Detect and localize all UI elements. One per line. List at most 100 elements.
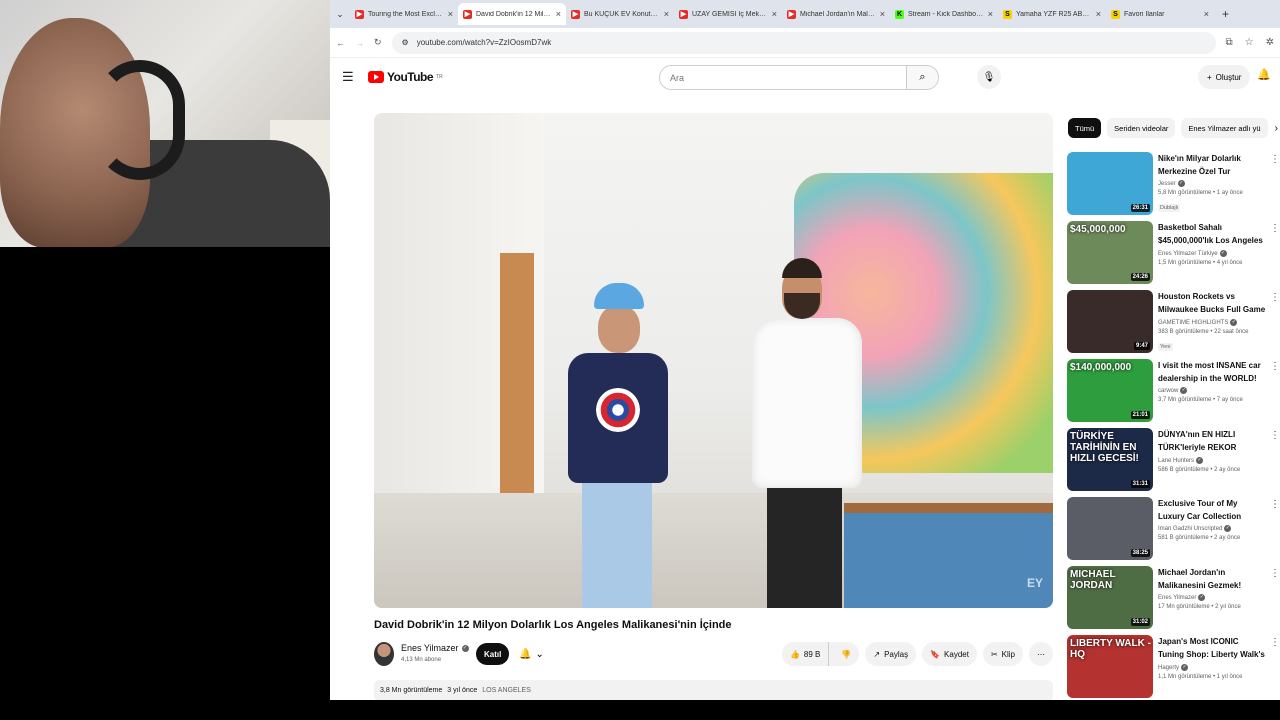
- recommended-channel[interactable]: Enes Yilmazer: [1158, 595, 1196, 601]
- recommended-title[interactable]: Exclusive Tour of My Luxury Car Collecti…: [1158, 497, 1266, 523]
- chevron-right-icon[interactable]: ›: [1275, 123, 1280, 134]
- video-player[interactable]: EY: [374, 113, 1053, 608]
- recommended-channel[interactable]: carwow: [1158, 388, 1178, 394]
- recommended-title[interactable]: DÜNYA'nın EN HIZLI TÜRK'leriyle REKOR KI…: [1158, 428, 1266, 455]
- recommended-channel[interactable]: GAMETIME HIGHLIGHTS: [1158, 320, 1228, 326]
- filter-chip[interactable]: Seriden videolar: [1107, 118, 1176, 138]
- create-button[interactable]: + Oluştur: [1198, 65, 1251, 89]
- recommended-title[interactable]: Basketbol Sahalı $45,000,000'lık Los Ang…: [1158, 221, 1266, 248]
- recommended-title[interactable]: Houston Rockets vs Milwaukee Bucks Full …: [1158, 290, 1266, 317]
- bookmark-star-icon[interactable]: ☆: [1245, 37, 1254, 48]
- tab-bar: ⌄ ▶ Touring the Most Exclusive × ▶ David Dob…: [330, 0, 1280, 28]
- recommended-meta: 17 Mn görüntüleme • 2 yıl önce: [1158, 604, 1241, 610]
- recommended-channel[interactable]: Hagerty: [1158, 665, 1179, 671]
- url-field[interactable]: ⚙ youtube.com/watch?v=ZzIOosmD7wk: [391, 31, 1216, 54]
- video-thumbnail[interactable]: $45,000,000 24:26: [1067, 221, 1153, 284]
- more-actions-button[interactable]: ⋯: [1029, 642, 1053, 666]
- more-options-icon[interactable]: ⋮: [1270, 223, 1280, 234]
- plus-icon: +: [1207, 72, 1212, 82]
- microphone-icon[interactable]: 🎙: [977, 65, 1001, 89]
- browser-tab[interactable]: ▶ David Dobrik'in 12 Milyon ×: [458, 3, 566, 25]
- recommended-channel[interactable]: Lane Hunters: [1158, 458, 1194, 464]
- filter-chip[interactable]: Tümü: [1068, 118, 1102, 138]
- reload-icon[interactable]: ↻: [374, 37, 382, 48]
- more-options-icon[interactable]: ⋮: [1270, 499, 1280, 510]
- filter-chip[interactable]: Enes Yilmazer adlı yü: [1181, 118, 1268, 138]
- recommended-meta: 586 B görüntüleme • 2 ay önce: [1158, 467, 1241, 473]
- tab-close-icon[interactable]: ×: [880, 9, 885, 19]
- recommended-title[interactable]: Michael Jordan'ın Malikanesini Gezmek!: [1158, 566, 1266, 592]
- recommended-video[interactable]: 38:25 Exclusive Tour of My Luxury Car Col…: [1067, 497, 1280, 566]
- extensions-icon[interactable]: ✲: [1266, 37, 1274, 48]
- recommended-video[interactable]: LIBERTY WALK - HQ Japan's Most ICONIC Tun…: [1067, 635, 1280, 700]
- menu-icon[interactable]: ☰: [342, 69, 366, 85]
- save-button[interactable]: 🔖 Kaydet: [922, 642, 977, 666]
- search-icon[interactable]: ⌕: [906, 66, 938, 89]
- browser-tab[interactable]: S Favori İlanlar ×: [1106, 3, 1214, 25]
- clip-button[interactable]: ✂ Klip: [982, 642, 1023, 666]
- filter-chips: Tümü Seriden videolar Enes Yilmazer adlı y…: [1068, 118, 1280, 138]
- video-thumbnail[interactable]: 26:31: [1067, 152, 1153, 215]
- share-button[interactable]: ↗ Paylaş: [865, 642, 917, 666]
- new-tab-button[interactable]: +: [1214, 7, 1237, 21]
- recommended-meta: 1,1 Mn görüntüleme • 1 yıl önce: [1158, 674, 1243, 680]
- recommended-video[interactable]: $140,000,000 21:01 I visit the most INSANE…: [1067, 359, 1280, 428]
- more-options-icon[interactable]: ⋮: [1270, 292, 1280, 303]
- youtube-logo[interactable]: YouTube TR: [368, 70, 443, 84]
- recommended-video[interactable]: TÜRKİYE TARİHİNİN EN HIZLI GECESİ! 31:31 D…: [1067, 428, 1280, 497]
- back-icon[interactable]: ←: [336, 38, 345, 48]
- channel-name[interactable]: Enes Yilmazer ✓: [401, 643, 469, 653]
- tab-close-icon[interactable]: ×: [448, 9, 453, 19]
- notifications-bell-icon[interactable]: 🔔: [1257, 68, 1271, 81]
- video-thumbnail[interactable]: 38:25: [1067, 497, 1153, 560]
- recommended-title[interactable]: I visit the most INSANE car dealership i…: [1158, 359, 1266, 385]
- channel-avatar[interactable]: [374, 642, 394, 666]
- recommended-video[interactable]: $45,000,000 24:26 Basketbol Sahalı $45,000…: [1067, 221, 1280, 290]
- browser-tab[interactable]: ▶ Michael Jordan'ın Malikan ×: [782, 3, 890, 25]
- pool-table: [844, 503, 1053, 608]
- like-count: 89 B: [803, 649, 821, 659]
- tab-close-icon[interactable]: ×: [772, 9, 777, 19]
- site-info-icon[interactable]: ⚙: [402, 38, 409, 47]
- like-button[interactable]: 👍 89 B: [782, 642, 830, 666]
- tab-close-icon[interactable]: ×: [556, 9, 561, 19]
- bell-icon: 🔔: [519, 648, 532, 660]
- install-icon[interactable]: ⧉: [1226, 37, 1233, 48]
- forward-icon[interactable]: →: [355, 38, 364, 48]
- video-thumbnail[interactable]: 9:47: [1067, 290, 1153, 353]
- recommended-channel[interactable]: Iman Gadzhi Unscripted: [1158, 526, 1222, 532]
- browser-tab[interactable]: K Stream - Kick Dashboard ×: [890, 3, 998, 25]
- tab-search-icon[interactable]: ⌄: [330, 9, 350, 20]
- tab-favicon-icon: S: [1111, 9, 1120, 19]
- recommended-channel[interactable]: Enes Yilmazer Türkiye: [1158, 251, 1218, 257]
- video-thumbnail[interactable]: LIBERTY WALK - HQ: [1067, 635, 1153, 698]
- browser-tab[interactable]: ▶ UZAY GEMİSİ İç Mekanına ×: [674, 3, 782, 25]
- browser-tab[interactable]: ▶ Touring the Most Exclusive ×: [350, 3, 458, 25]
- video-thumbnail[interactable]: $140,000,000 21:01: [1067, 359, 1153, 422]
- recommended-video[interactable]: 9:47 Houston Rockets vs Milwaukee Bucks F…: [1067, 290, 1280, 359]
- recommended-title[interactable]: Japan's Most ICONIC Tuning Shop: Liberty…: [1158, 635, 1266, 662]
- recommended-video[interactable]: MICHAEL JORDAN 31:02 Michael Jordan'ın Mal…: [1067, 566, 1280, 635]
- search-input[interactable]: [660, 66, 906, 89]
- more-options-icon[interactable]: ⋮: [1270, 361, 1280, 372]
- tab-close-icon[interactable]: ×: [988, 9, 993, 19]
- video-thumbnail[interactable]: MICHAEL JORDAN 31:02: [1067, 566, 1153, 629]
- recommended-title[interactable]: Nike'ın Milyar Dolarlık Merkezine Özel T…: [1158, 152, 1266, 178]
- recommended-video[interactable]: 26:31 Nike'ın Milyar Dolarlık Merkezine Ö…: [1067, 152, 1280, 221]
- more-options-icon[interactable]: ⋮: [1270, 430, 1280, 441]
- more-options-icon[interactable]: ⋮: [1270, 568, 1280, 579]
- browser-tab[interactable]: ▶ Bu KÜÇÜK EV Konutun Gö ×: [566, 3, 674, 25]
- tab-close-icon[interactable]: ×: [1204, 9, 1209, 19]
- tab-close-icon[interactable]: ×: [664, 9, 669, 19]
- location-tag[interactable]: LOS ANGELES: [482, 687, 531, 695]
- browser-tab[interactable]: S Yamaha YZF R25 ABS 20.. ×: [998, 3, 1106, 25]
- recommended-channel[interactable]: Jesser: [1158, 181, 1176, 187]
- more-options-icon[interactable]: ⋮: [1270, 154, 1280, 165]
- join-button[interactable]: Katıl: [476, 643, 510, 665]
- subscription-bell-button[interactable]: 🔔 ⌄: [513, 643, 550, 665]
- tab-close-icon[interactable]: ×: [1096, 9, 1101, 19]
- video-thumbnail[interactable]: TÜRKİYE TARİHİNİN EN HIZLI GECESİ! 31:31: [1067, 428, 1153, 491]
- dislike-button[interactable]: 👎: [833, 642, 859, 666]
- description-box[interactable]: 3,8 Mn görüntüleme 3 yıl önce LOS ANGELE…: [374, 680, 1053, 700]
- more-options-icon[interactable]: ⋮: [1270, 637, 1280, 648]
